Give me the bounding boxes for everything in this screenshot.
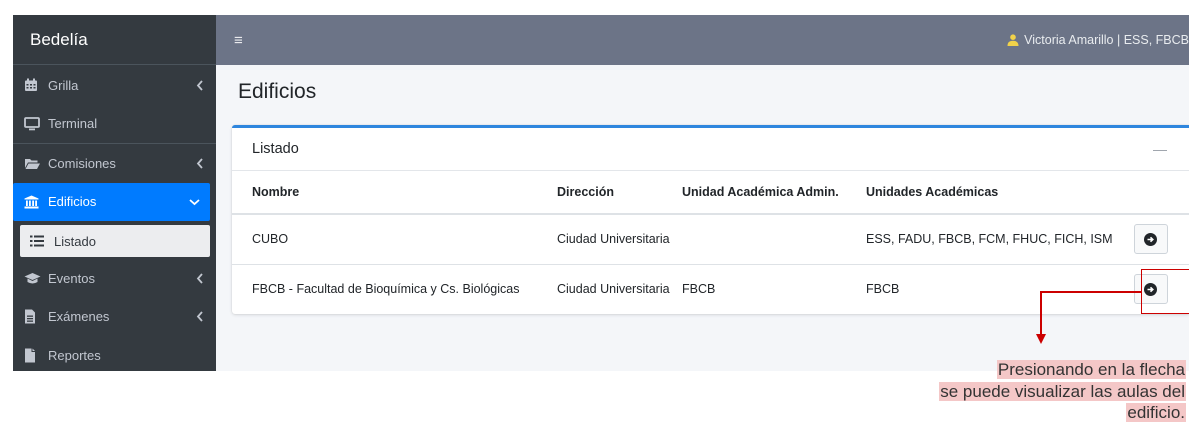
annotation-line-1: Presionando en la flecha [996, 360, 1186, 379]
sidebar-subitem-listado[interactable]: Listado [20, 225, 210, 257]
arrow-circle-right-icon [1144, 232, 1158, 246]
main-content: Edificios Listado — Nombre Dirección Uni… [216, 65, 1189, 371]
sidebar-item-label: Terminal [48, 116, 98, 132]
file-icon [24, 348, 44, 363]
cell-nombre: FBCB - Facultad de Bioquímica y Cs. Biol… [252, 282, 520, 297]
cell-nombre: CUBO [232, 214, 537, 265]
table-row: CUBO Ciudad Universitaria ESS, FADU, FBC… [232, 214, 1189, 265]
column-header-ua-admin: Unidad Académica Admin. [670, 171, 854, 215]
column-header-unidades: Unidades Académicas [854, 171, 1113, 215]
sidebar-item-eventos[interactable]: Eventos [13, 259, 216, 298]
sidebar-item-label: Eventos [48, 270, 95, 286]
sidebar-nav: Grilla Terminal Comisiones Edificios Lis… [13, 65, 216, 375]
annotation-arrow-head [1036, 334, 1046, 344]
chevron-down-icon [188, 198, 200, 206]
user-menu[interactable]: Victoria Amarillo | ESS, FBCB [1007, 33, 1189, 47]
annotation-line-2: se puede visualizar las aulas del [939, 381, 1186, 401]
app-window: Bedelía Grilla Terminal Comisiones Edifi… [13, 15, 1189, 371]
cell-unidades: ESS, FADU, FBCB, FCM, FHUC, FICH, ISM [854, 214, 1113, 265]
chevron-left-icon [194, 273, 206, 284]
sidebar-item-reportes[interactable]: Reportes [13, 336, 216, 375]
listado-card: Listado — Nombre Dirección Unidad Académ… [232, 125, 1189, 314]
chevron-left-icon [194, 158, 206, 169]
sidebar-item-label: Comisiones [48, 155, 116, 171]
top-navbar: ≡ Victoria Amarillo | ESS, FBCB [216, 15, 1189, 65]
annotation-line-3: edificio. [1126, 403, 1186, 422]
sidebar-item-label: Grilla [48, 77, 79, 93]
card-title: Listado [252, 141, 299, 157]
card-header: Listado — [232, 128, 1189, 171]
collapse-button[interactable]: — [1151, 141, 1169, 157]
column-header-direccion: Dirección [537, 171, 670, 215]
cell-actions [1112, 214, 1189, 265]
sidebar-item-label: Reportes [48, 347, 101, 363]
view-aulas-button[interactable] [1133, 224, 1168, 255]
monitor-icon [24, 116, 44, 131]
annotation-highlight-box [1141, 269, 1189, 314]
chevron-left-icon [194, 80, 206, 91]
sidebar-item-examenes[interactable]: Exámenes [13, 298, 216, 337]
chevron-left-icon [194, 311, 206, 322]
cell-ua-admin [670, 214, 854, 265]
user-icon [1007, 34, 1019, 46]
brand-title[interactable]: Bedelía [13, 15, 216, 65]
table-header-row: Nombre Dirección Unidad Académica Admin.… [232, 171, 1189, 215]
sidebar-item-grilla[interactable]: Grilla [13, 66, 216, 105]
page-title: Edificios [238, 80, 317, 103]
sidebar-item-label: Listado [54, 233, 96, 249]
graduation-cap-icon [24, 272, 44, 285]
user-name: Victoria Amarillo | ESS, FBCB [1024, 33, 1189, 47]
folder-open-icon [24, 157, 44, 170]
cell-direccion: Ciudad Universitaria [537, 214, 670, 265]
sidebar-item-label: Edificios [48, 194, 97, 210]
edificios-table: Nombre Dirección Unidad Académica Admin.… [232, 171, 1189, 314]
hamburger-menu-icon[interactable]: ≡ [234, 32, 243, 49]
annotation-line [1040, 291, 1042, 334]
sidebar-item-terminal[interactable]: Terminal [13, 105, 216, 144]
sidebar-item-label: Exámenes [48, 309, 110, 325]
list-icon [30, 235, 50, 247]
calendar-icon [24, 78, 44, 92]
cell-direccion: Ciudad Universitaria [557, 282, 670, 297]
sidebar-item-edificios[interactable]: Edificios [13, 182, 210, 221]
column-header-actions [1112, 171, 1189, 215]
institution-icon [24, 195, 44, 209]
column-header-nombre: Nombre [232, 171, 537, 215]
sidebar-item-comisiones[interactable]: Comisiones [13, 144, 216, 183]
sidebar: Bedelía Grilla Terminal Comisiones Edifi… [13, 15, 216, 371]
cell-unidades: FBCB [866, 282, 900, 297]
cell-ua-admin: FBCB [682, 282, 716, 297]
table-row: FBCB - Facultad de Bioquímica y Cs. Biol… [232, 264, 1189, 314]
annotation-line [1040, 291, 1141, 293]
file-text-icon [24, 309, 44, 324]
annotation-text: Presionando en la flecha se puede visual… [939, 359, 1186, 424]
